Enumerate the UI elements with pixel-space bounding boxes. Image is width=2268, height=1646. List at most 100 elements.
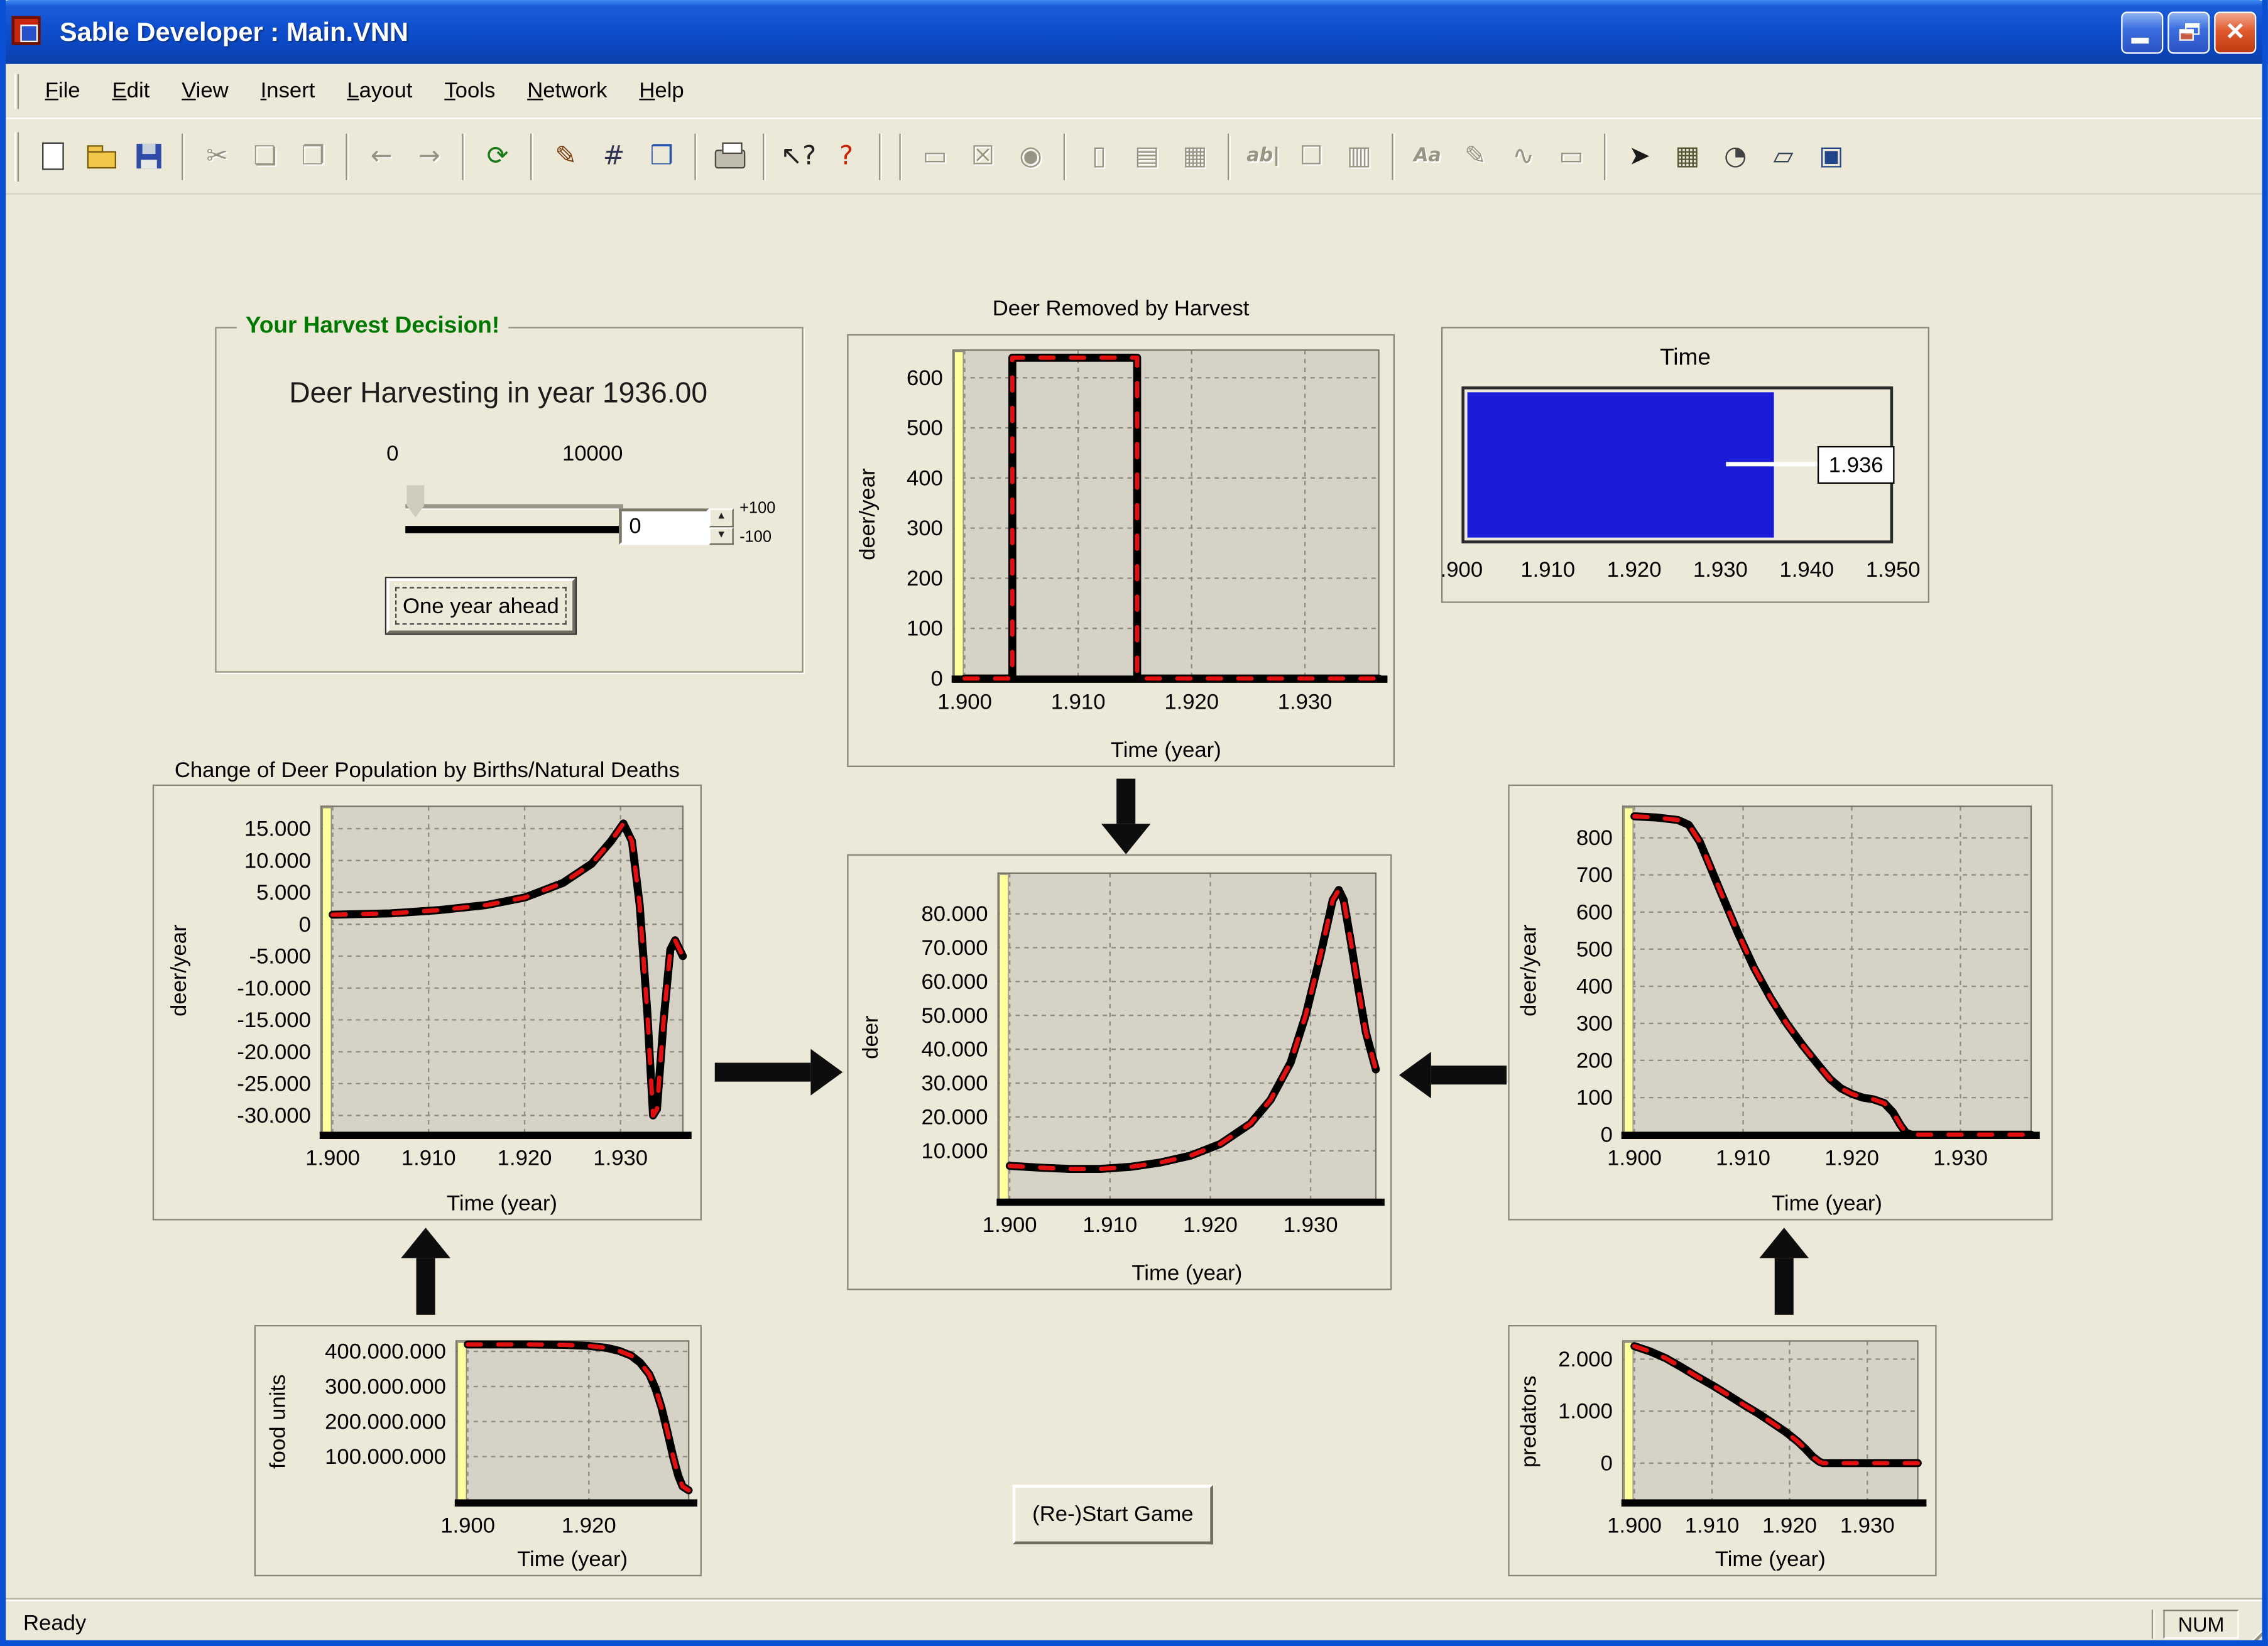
- spin-down-label: -100: [739, 529, 771, 547]
- restore-button[interactable]: [2167, 11, 2210, 53]
- print-icon: [715, 150, 746, 168]
- flow-arrow-harvest-to-deer: [1101, 779, 1151, 854]
- toolbar-open-file-button[interactable]: [79, 134, 124, 179]
- toolbar-help-button[interactable]: ?: [824, 134, 869, 179]
- minimize-button[interactable]: [2121, 11, 2163, 53]
- svg-text:deer/year: deer/year: [167, 925, 191, 1016]
- toolbar-font-tool-button: Aa: [1405, 134, 1450, 179]
- svg-text:deer: deer: [859, 1015, 883, 1059]
- clock-icon: ◔: [1724, 143, 1747, 170]
- chart-deer-population: 80.00070.00060.00050.00040.00030.00020.0…: [847, 854, 1392, 1290]
- toolbar-grid-snap-button[interactable]: #: [591, 134, 636, 179]
- new-window-icon: ❒: [650, 143, 673, 170]
- svg-text:-15.000: -15.000: [237, 1008, 311, 1032]
- toolbar-edit-pen-button[interactable]: ✎: [543, 134, 589, 179]
- app-icon: [12, 14, 48, 50]
- menu-file[interactable]: File: [29, 73, 96, 109]
- one-year-ahead-button[interactable]: One year ahead: [386, 578, 575, 633]
- restore-icon: [2179, 23, 2199, 41]
- svg-text:300: 300: [907, 516, 943, 540]
- harvest-slider-track[interactable]: [405, 504, 623, 510]
- toolbar-context-help-button[interactable]: ↖?: [776, 134, 821, 179]
- toolbar-image-view-button[interactable]: ▣: [1809, 134, 1854, 179]
- svg-text:1.910: 1.910: [401, 1147, 456, 1170]
- svg-text:200.000.000: 200.000.000: [325, 1410, 446, 1434]
- time-panel-title: Time: [1442, 346, 1927, 372]
- menubar-grip[interactable]: [14, 74, 19, 109]
- pointer-run-icon: ➤: [1628, 143, 1650, 170]
- svg-text:Time (year): Time (year): [1772, 1191, 1882, 1215]
- svg-text:1.910: 1.910: [1685, 1514, 1740, 1538]
- toolbar-separator: [879, 133, 882, 180]
- restart-game-button[interactable]: (Re-)Start Game: [1013, 1485, 1213, 1544]
- time-value-box: 1.936: [1818, 446, 1895, 484]
- menu-edit[interactable]: Edit: [96, 73, 166, 109]
- toolbar-clock-button[interactable]: ◔: [1713, 134, 1758, 179]
- svg-text:-25.000: -25.000: [237, 1072, 311, 1096]
- menu-tools[interactable]: Tools: [428, 73, 511, 109]
- svg-text:deer/year: deer/year: [1517, 925, 1540, 1016]
- toolbar-new-window-button[interactable]: ❒: [640, 134, 685, 179]
- toolbar-datagrid-tool-button: ▦: [1172, 134, 1218, 179]
- harvest-decision-legend: Your Harvest Decision!: [237, 314, 508, 341]
- harvest-amount-input[interactable]: 0: [619, 508, 709, 545]
- spin-down-button[interactable]: ▼: [709, 526, 734, 545]
- toolbar-calendar-tool-button: ▥: [1337, 134, 1382, 179]
- toolbar-checkbox-empty-tool-button: ☐: [1289, 134, 1334, 179]
- toolbar-grip[interactable]: [14, 131, 19, 181]
- svg-text:0: 0: [1601, 1123, 1613, 1147]
- toolbar-cursor-tool-button: ✎: [1453, 134, 1498, 179]
- menu-insert[interactable]: Insert: [244, 73, 331, 109]
- harvest-heading: Deer Harvesting in year 1936.00: [289, 378, 707, 411]
- menu-layout[interactable]: Layout: [331, 73, 428, 109]
- toolbar-pointer-run-button[interactable]: ➤: [1617, 134, 1662, 179]
- toolbar-table-tool-button: ▤: [1125, 134, 1170, 179]
- spin-up-button[interactable]: ▲: [709, 508, 734, 526]
- refresh-icon: ⟳: [487, 143, 509, 170]
- svg-text:1.920: 1.920: [562, 1514, 616, 1538]
- toolbar-separator: [1392, 133, 1395, 180]
- toolbar-save-file-button[interactable]: [126, 134, 172, 179]
- statusbar-separator: [2152, 1609, 2155, 1638]
- harvest-slider-thumb[interactable]: [407, 485, 425, 517]
- title-bar[interactable]: Sable Developer : Main.VNN ×: [0, 0, 2268, 64]
- menu-view[interactable]: View: [166, 73, 244, 109]
- toolbar-copy-button: ❏: [243, 134, 288, 179]
- spin-up-label: +100: [739, 500, 775, 518]
- close-icon: ×: [2227, 15, 2244, 46]
- svg-text:1.910: 1.910: [1082, 1213, 1137, 1237]
- slider-scale-line: [405, 526, 623, 533]
- toolbar-new-file-button[interactable]: [31, 134, 76, 179]
- toolbar-ruler-grid-button[interactable]: ▦: [1665, 134, 1710, 179]
- svg-text:-5.000: -5.000: [249, 944, 311, 968]
- svg-text:10.000: 10.000: [244, 849, 311, 873]
- close-button[interactable]: ×: [2214, 11, 2256, 53]
- toolbar-refresh-button[interactable]: ⟳: [475, 134, 520, 179]
- svg-text:500: 500: [1576, 937, 1613, 961]
- svg-text:300: 300: [1576, 1011, 1613, 1035]
- spin-up-icon: ▲: [716, 511, 726, 521]
- resize-grip[interactable]: [2245, 1623, 2267, 1645]
- svg-text:1.920: 1.920: [1824, 1147, 1879, 1170]
- svg-text:Time (year): Time (year): [1715, 1547, 1826, 1571]
- table-tool-icon: ▤: [1135, 143, 1159, 170]
- menu-network[interactable]: Network: [511, 73, 623, 109]
- svg-text:1.920: 1.920: [1762, 1514, 1817, 1538]
- svg-text:100: 100: [1576, 1086, 1613, 1110]
- toolbar-export-page-button[interactable]: ▱: [1761, 134, 1806, 179]
- chart-deer-removed-by-harvest: 60050040030020010001.9001.9101.9201.930d…: [847, 334, 1395, 767]
- svg-text:10.000: 10.000: [921, 1139, 988, 1163]
- toolbar-print-button[interactable]: [707, 134, 753, 179]
- svg-text:40.000: 40.000: [921, 1038, 988, 1062]
- time-axis-label: 1.940: [1779, 558, 1834, 582]
- toolbar-separator: [899, 133, 902, 180]
- svg-text:500: 500: [907, 417, 943, 440]
- toolbar-separator: [763, 133, 766, 180]
- svg-text:15.000: 15.000: [244, 817, 311, 841]
- menu-help[interactable]: Help: [623, 73, 700, 109]
- svg-text:1.900: 1.900: [305, 1147, 360, 1170]
- svg-text:Time (year): Time (year): [1131, 1261, 1242, 1285]
- chart-tool-icon: ∿: [1512, 143, 1534, 170]
- toolbar-separator: [1604, 133, 1607, 180]
- toolbar-rectangle-tool-button: ▭: [912, 134, 957, 179]
